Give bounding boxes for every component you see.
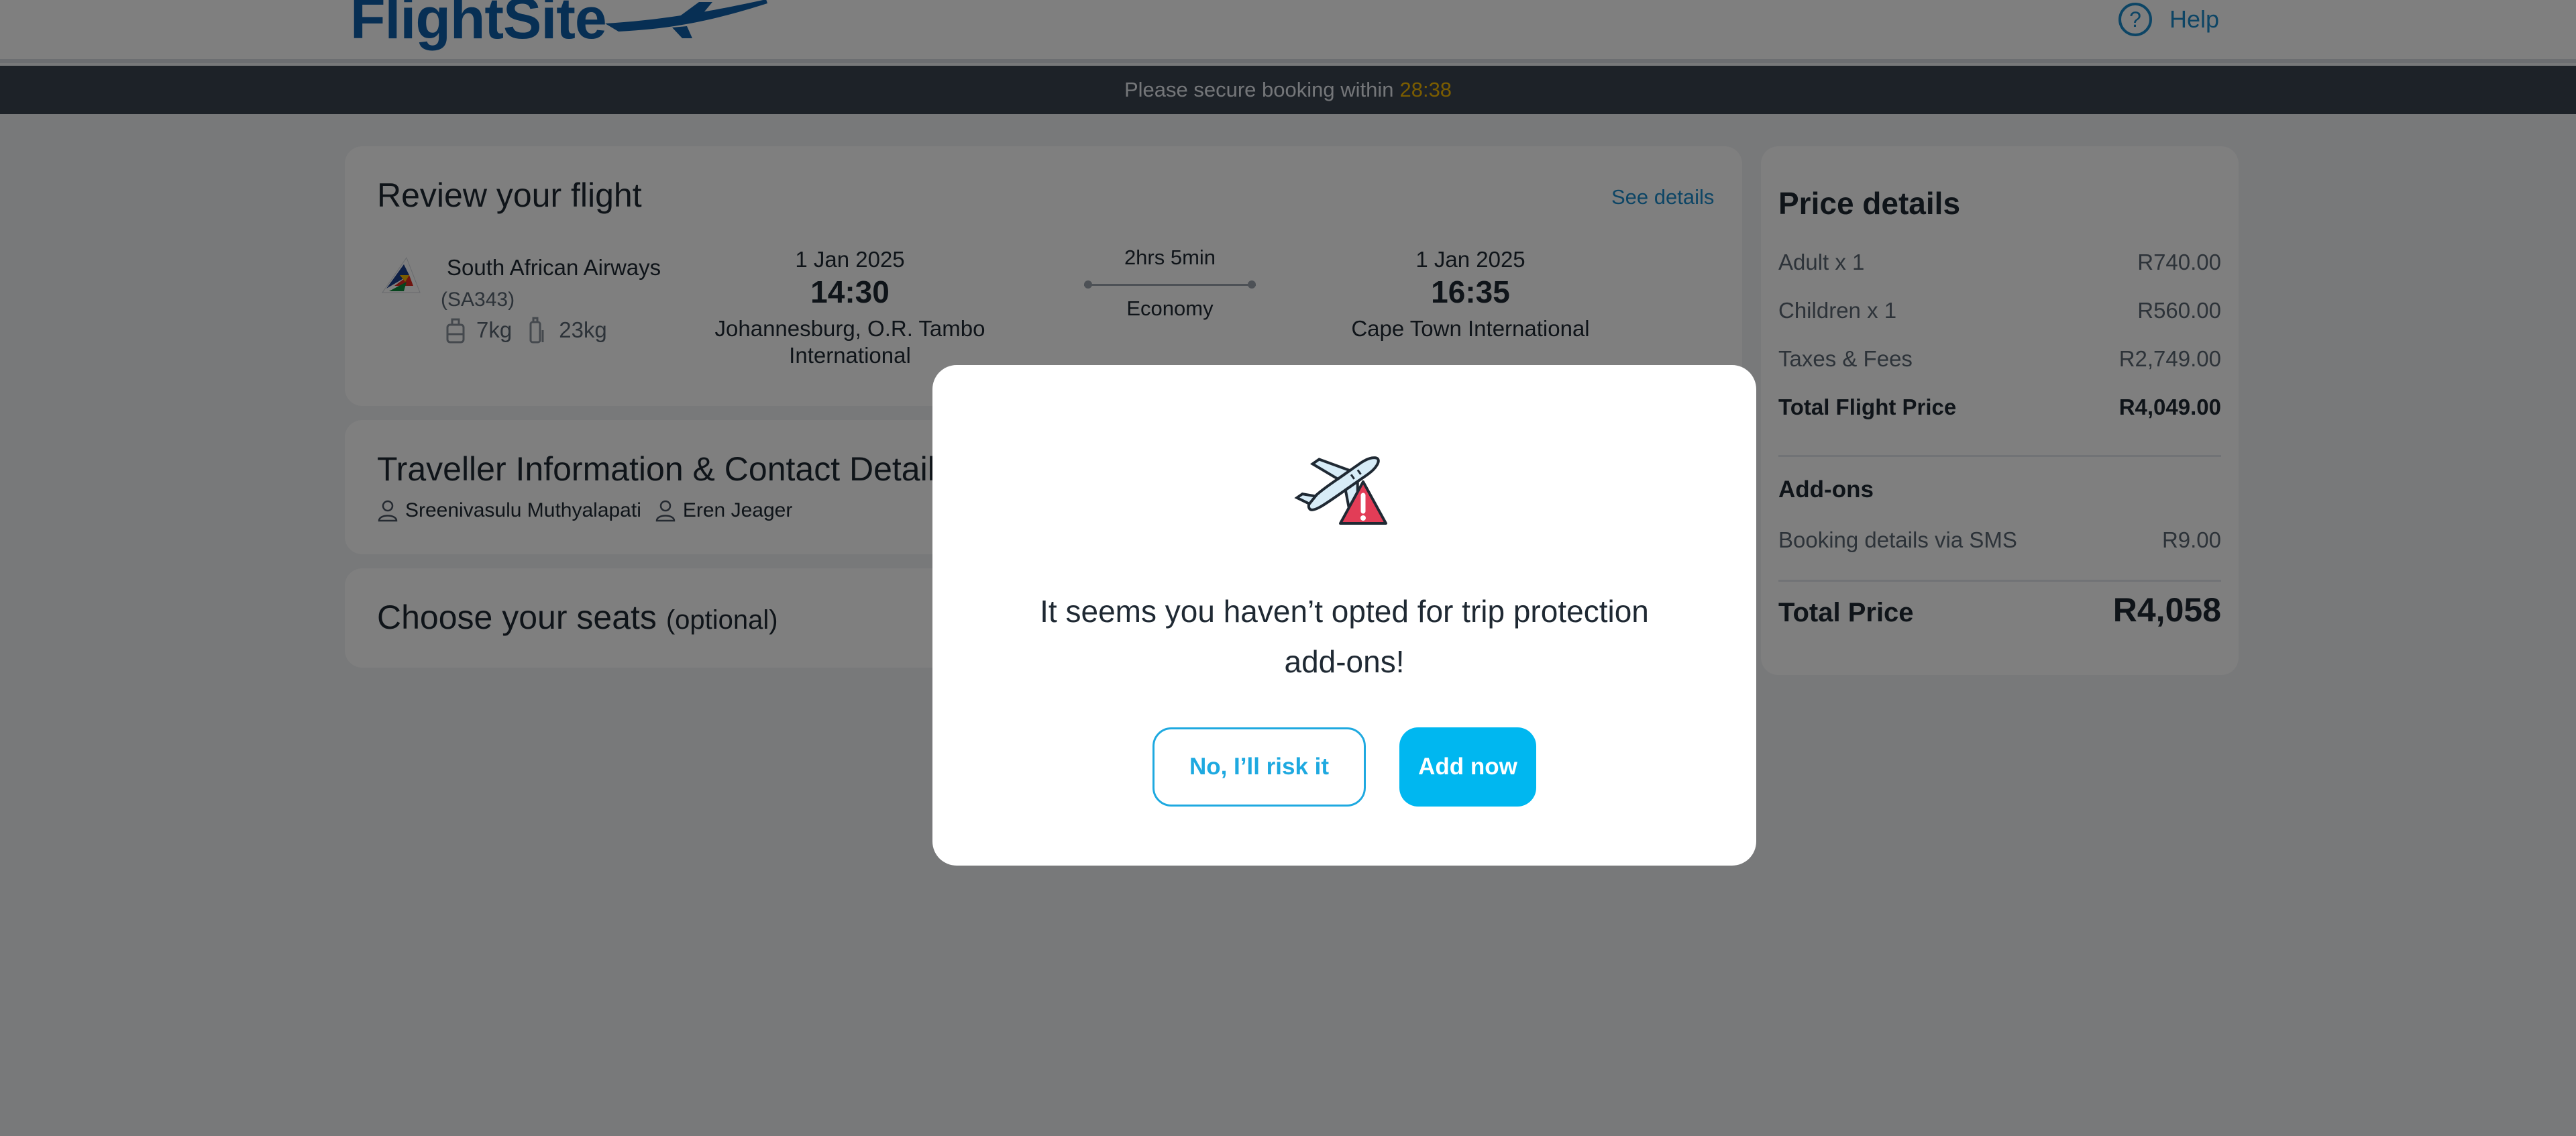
add-protection-button[interactable]: Add now [1399,727,1536,807]
trip-protection-modal: It seems you haven’t opted for trip prot… [932,365,1756,866]
decline-protection-button[interactable]: No, I’ll risk it [1152,727,1366,807]
modal-message: It seems you haven’t opted for trip prot… [1040,594,1649,679]
plane-warning-icon [1294,456,1387,525]
